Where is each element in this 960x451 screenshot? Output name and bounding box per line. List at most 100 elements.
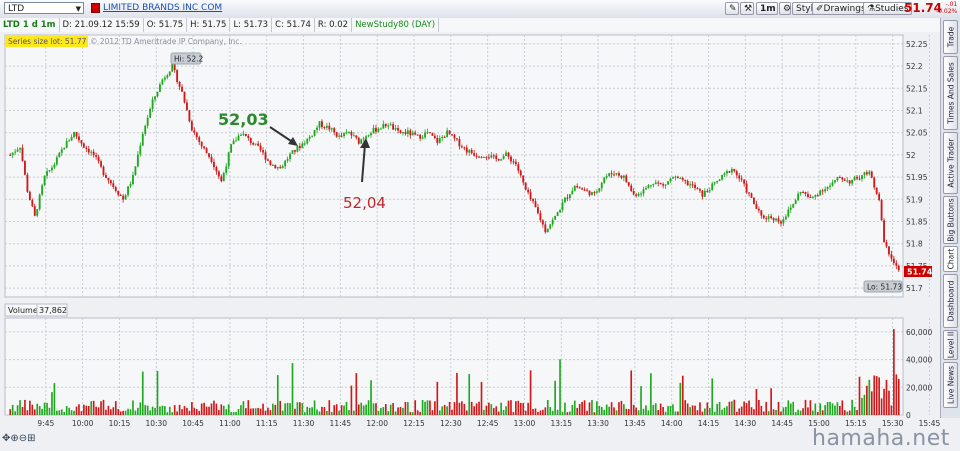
volume-bar <box>132 400 134 415</box>
volume-bar <box>485 405 488 415</box>
drawings-button[interactable]: ✐Drawings <box>812 2 870 15</box>
high-label: Hi: 52.2 <box>174 55 204 64</box>
volume-bar <box>610 402 613 415</box>
volume-bar <box>522 403 525 415</box>
candle-body <box>406 130 409 134</box>
candle-body <box>360 139 363 144</box>
candle-body <box>500 159 503 161</box>
candle-body <box>694 184 696 189</box>
candle-body <box>753 197 755 205</box>
candle-body <box>497 159 500 161</box>
candle-body <box>802 191 804 193</box>
volume-bar <box>556 409 559 415</box>
candle-body <box>787 209 790 217</box>
candle-body <box>286 159 289 161</box>
candle-body <box>240 134 242 136</box>
zoom-out-icon[interactable]: ⊖ <box>19 433 27 444</box>
volume-bar <box>564 402 566 415</box>
price-tick-label: 51.95 <box>906 173 928 182</box>
tab-times-and-sales[interactable]: Times And Sales <box>943 56 958 130</box>
symbol-link-color-icon[interactable] <box>91 3 100 13</box>
pencil-icon[interactable]: ✎ <box>725 2 739 15</box>
tab-level-ii[interactable]: Level II <box>943 330 958 360</box>
volume-bar <box>58 410 61 415</box>
candle-body <box>789 207 792 210</box>
settings-icon[interactable]: ⚙ <box>779 2 791 15</box>
volume-bar <box>740 406 743 415</box>
volume-bar <box>696 410 699 415</box>
zoom-controls[interactable]: ✥⊕⊖⊞ <box>2 433 36 444</box>
candle-body <box>11 152 14 155</box>
tab-chart[interactable]: Chart <box>943 246 958 272</box>
candle-body <box>14 151 17 153</box>
volume-bar <box>60 409 63 415</box>
volume-bar <box>735 411 738 415</box>
tab-big-buttons[interactable]: Big Buttons <box>943 196 958 244</box>
time-tick-label: 14:15 <box>698 419 720 428</box>
timeframe-button[interactable]: 1m <box>756 2 778 15</box>
candle-body <box>578 187 581 189</box>
volume-bar <box>593 412 596 415</box>
volume-bar <box>642 408 645 415</box>
tab-active-trader[interactable]: Active Trader <box>943 132 958 194</box>
symbol-input[interactable]: LTD ▼ <box>4 2 84 14</box>
candle-body <box>662 184 665 186</box>
candle-body <box>519 170 522 176</box>
volume-bar <box>200 403 203 415</box>
tab-trade[interactable]: Trade <box>943 20 958 54</box>
volume-bar <box>890 405 893 415</box>
company-name-link[interactable]: LIMITED BRANDS INC COM <box>103 3 222 13</box>
volume-bar <box>274 404 277 415</box>
volume-bar <box>760 405 763 415</box>
candle-body <box>367 135 370 137</box>
volume-tick-label: 60,000 <box>906 328 932 337</box>
candle-body <box>826 186 829 190</box>
candle-body <box>885 242 888 247</box>
volume-bar <box>348 410 350 415</box>
candle-body <box>838 177 841 179</box>
candle-body <box>289 153 291 160</box>
zoom-fit-icon[interactable]: ⊞ <box>27 433 35 444</box>
wrench-icon[interactable]: ⚒ <box>740 2 754 15</box>
candle-body <box>642 189 645 194</box>
candle-body <box>659 183 662 185</box>
volume-bar <box>677 411 679 415</box>
candle-body <box>716 180 719 183</box>
volume-bar <box>141 371 144 415</box>
candle-body <box>291 150 294 154</box>
volume-bar <box>708 407 711 415</box>
candle-body <box>24 161 26 175</box>
volume-bar <box>421 400 424 415</box>
volume-bar <box>789 403 792 415</box>
candle-body <box>691 184 694 186</box>
candle-body <box>215 167 218 172</box>
tab-live-news[interactable]: Live News <box>943 362 958 408</box>
zoom-in-icon[interactable]: ⊕ <box>10 433 18 444</box>
volume-bar <box>470 401 473 415</box>
tab-dashboard[interactable]: Dashboard <box>943 274 958 328</box>
time-tick-label: 12:15 <box>403 419 425 428</box>
volume-bar <box>110 409 112 415</box>
volume-bar <box>377 410 380 415</box>
volume-bar <box>129 409 132 415</box>
candle-body <box>46 171 48 176</box>
candle-body <box>630 185 633 191</box>
chevron-down-icon[interactable]: ▼ <box>76 3 81 15</box>
candle-body <box>414 132 417 135</box>
price-chart[interactable]: 52.25 52.2 52.15 52.1 52.05 52 51.95 51.9 51.85 5… <box>0 32 940 432</box>
candle-body <box>257 143 260 146</box>
volume-bar <box>772 409 775 415</box>
candle-body <box>765 218 768 220</box>
volume-bar <box>488 402 490 415</box>
volume-bar <box>193 407 196 415</box>
volume-bar <box>117 409 120 415</box>
drawings-icon: ✐ <box>816 4 824 14</box>
volume-bar <box>149 410 151 415</box>
volume-bar <box>603 409 606 415</box>
candle-body <box>343 133 345 136</box>
volume-bar <box>257 407 259 415</box>
candle-body <box>804 192 807 194</box>
candle-body <box>451 134 453 136</box>
price-tick-label: 51.8 <box>906 240 923 249</box>
volume-bar <box>38 406 41 415</box>
